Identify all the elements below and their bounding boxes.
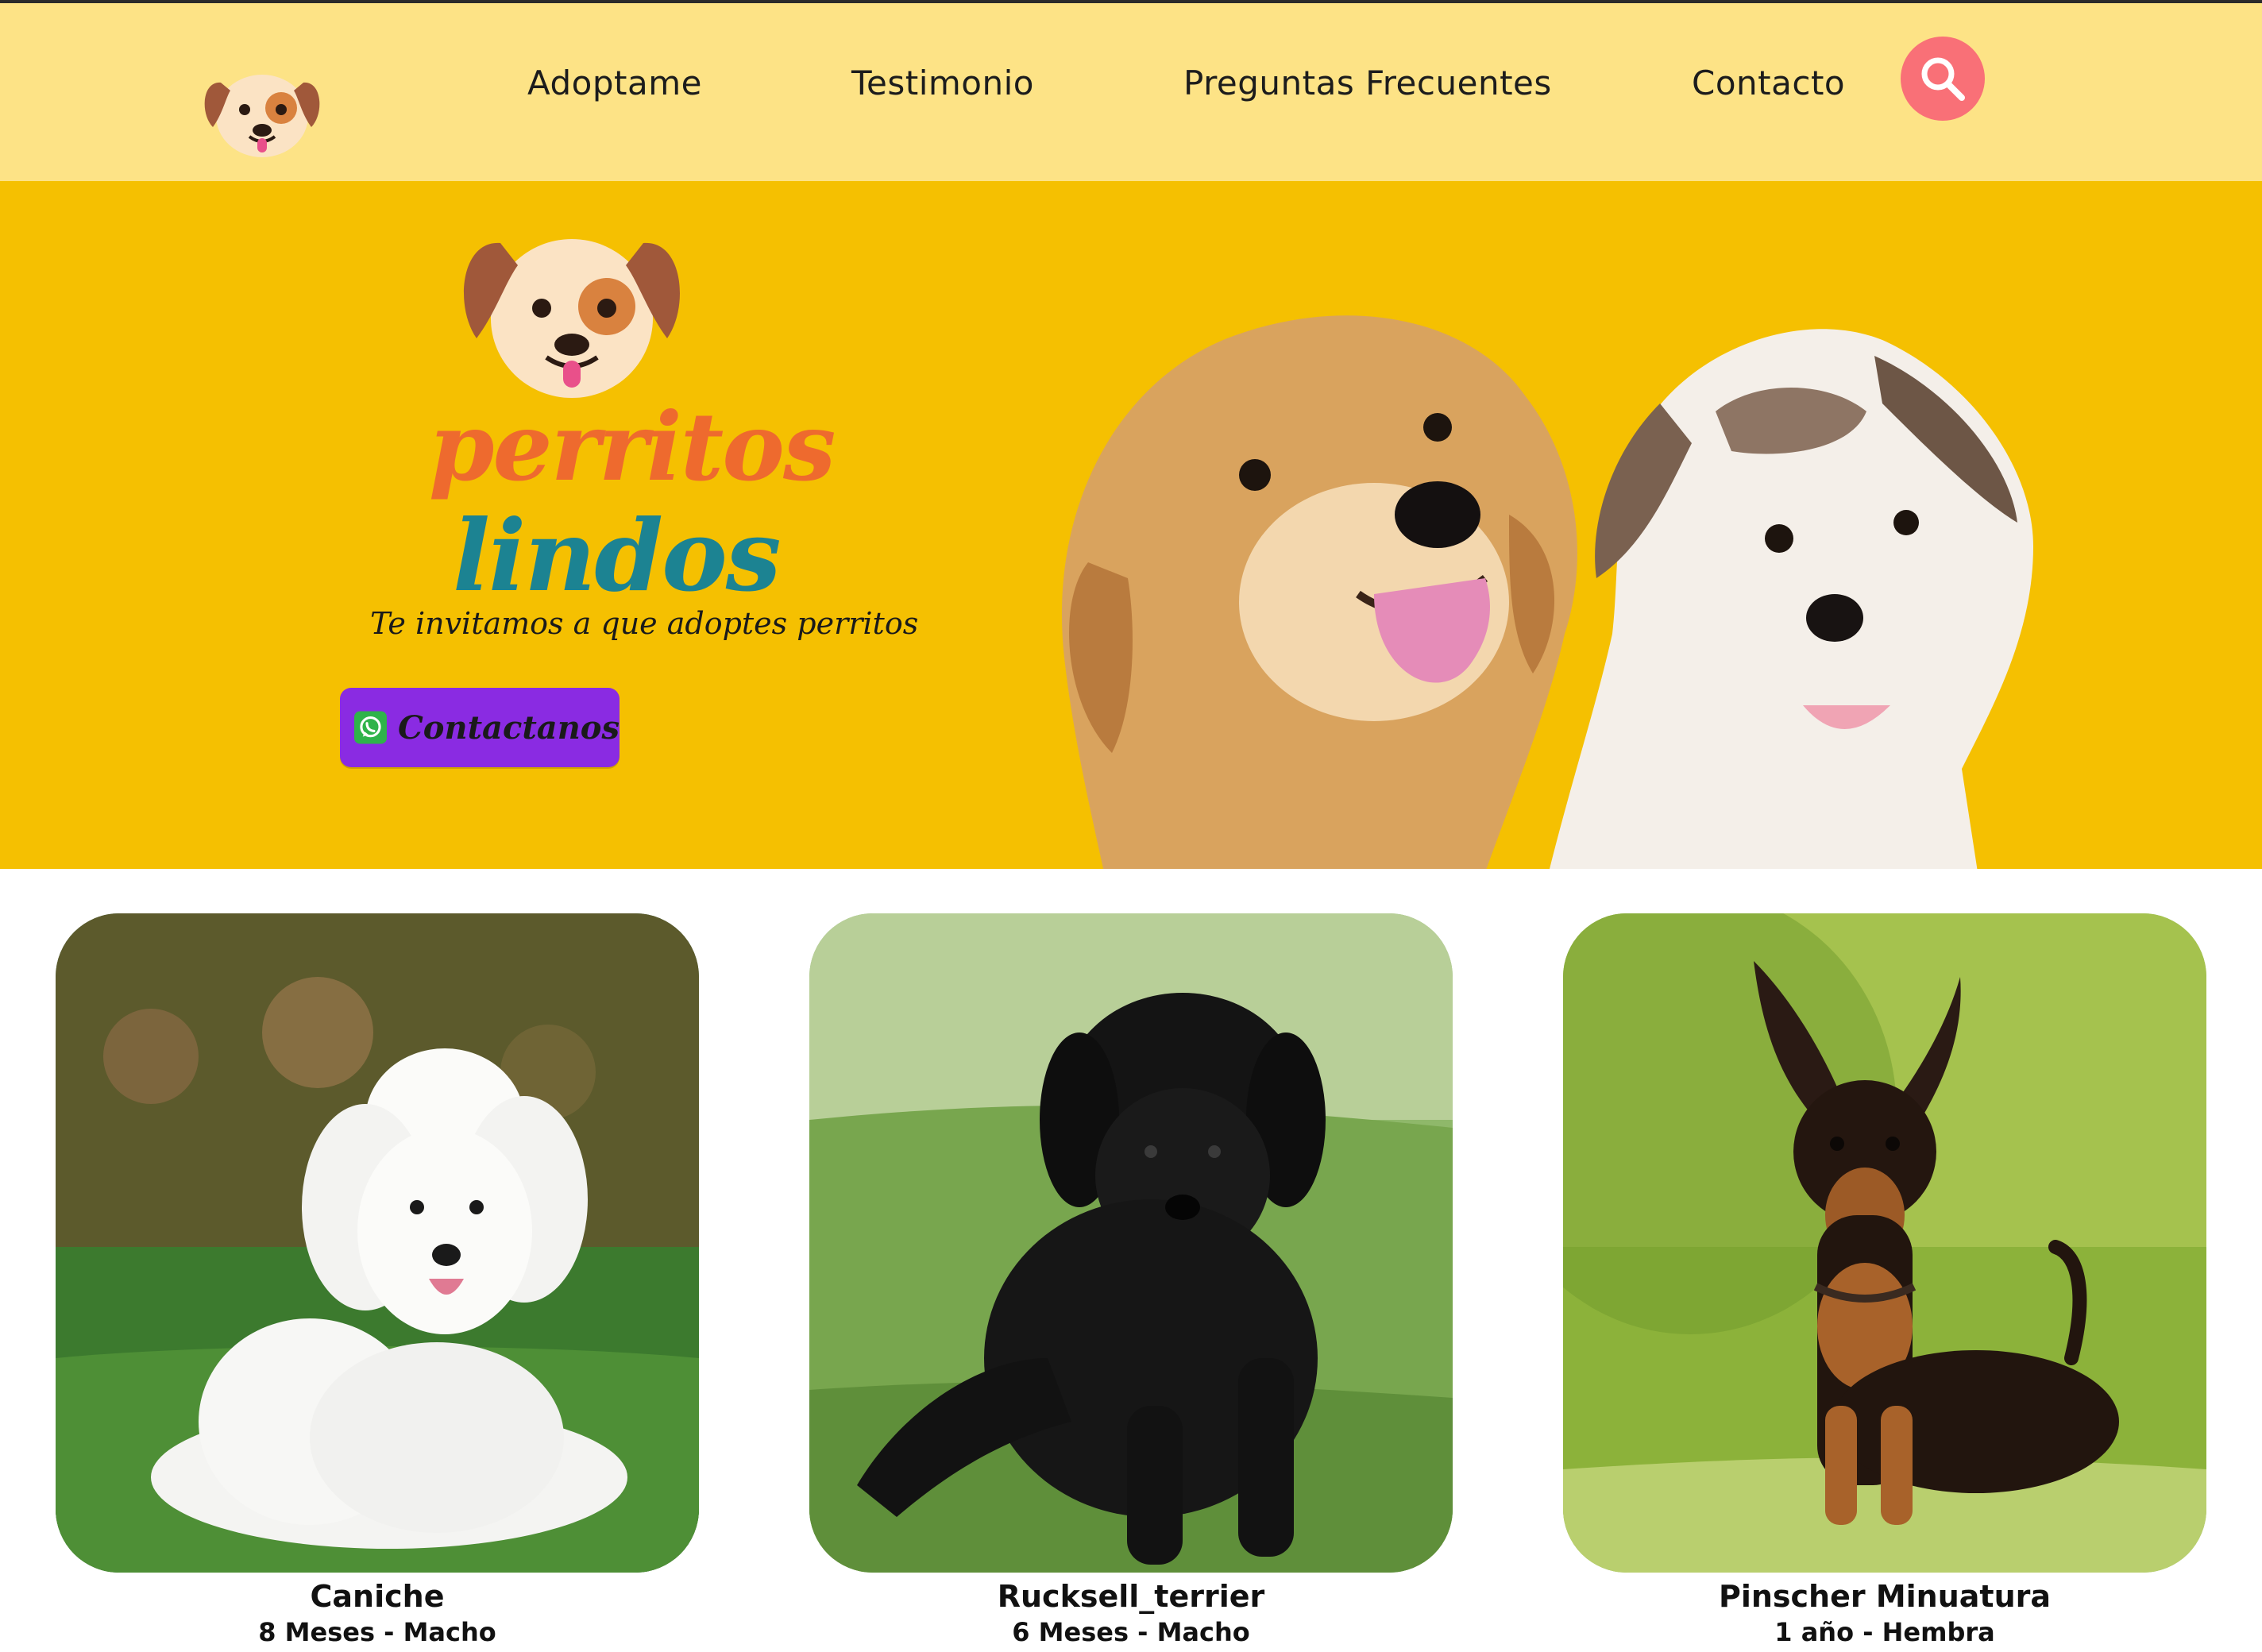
brand-tagline: Te invitamos a que adoptes perritos [370,606,919,641]
pet-photo-caniche[interactable] [56,913,699,1573]
pet-info: 6 Meses - Macho [1012,1617,1250,1647]
pet-photo-rucksell-terrier[interactable] [809,913,1453,1573]
pet-card-caniche[interactable]: Caniche 8 Meses - Macho [56,913,699,1647]
pet-name: Rucksell_terrier [997,1579,1265,1614]
nav-adoptame[interactable]: Adoptame [527,64,702,102]
brand-title-perritos: perritos [429,392,836,502]
hero-banner: perritos lindos Te invitamos a que adopt… [0,181,2262,869]
contact-button-label: Contactanos [397,708,620,747]
nav-contacto[interactable]: Contacto [1692,64,1845,102]
pet-name: Pinscher Minuatura [1718,1579,2052,1614]
pet-card-pinscher-minuatura[interactable]: Pinscher Minuatura 1 año - Hembra [1563,913,2206,1647]
brand-title-lindos: lindos [453,499,782,614]
site-header: Adoptame Testimonio Preguntas Frecuentes… [0,0,2262,181]
pet-card-rucksell-terrier[interactable]: Rucksell_terrier 6 Meses - Macho [809,913,1453,1647]
brand-logo-dog-icon [453,219,691,402]
nav-testimonio[interactable]: Testimonio [851,64,1034,102]
nav-preguntas-frecuentes[interactable]: Preguntas Frecuentes [1183,64,1552,102]
search-icon [1921,57,1965,101]
dog-face-icon[interactable] [199,59,326,162]
contact-button[interactable]: Contactanos [340,688,620,767]
whatsapp-icon [354,711,387,744]
hero-puppies-image [1040,261,2232,869]
search-button[interactable] [1901,37,1985,121]
pet-info: 8 Meses - Macho [258,1617,496,1647]
pet-photo-pinscher-minuatura[interactable] [1563,913,2206,1573]
pet-info: 1 año - Hembra [1774,1617,1995,1647]
pet-name: Caniche [310,1579,445,1614]
